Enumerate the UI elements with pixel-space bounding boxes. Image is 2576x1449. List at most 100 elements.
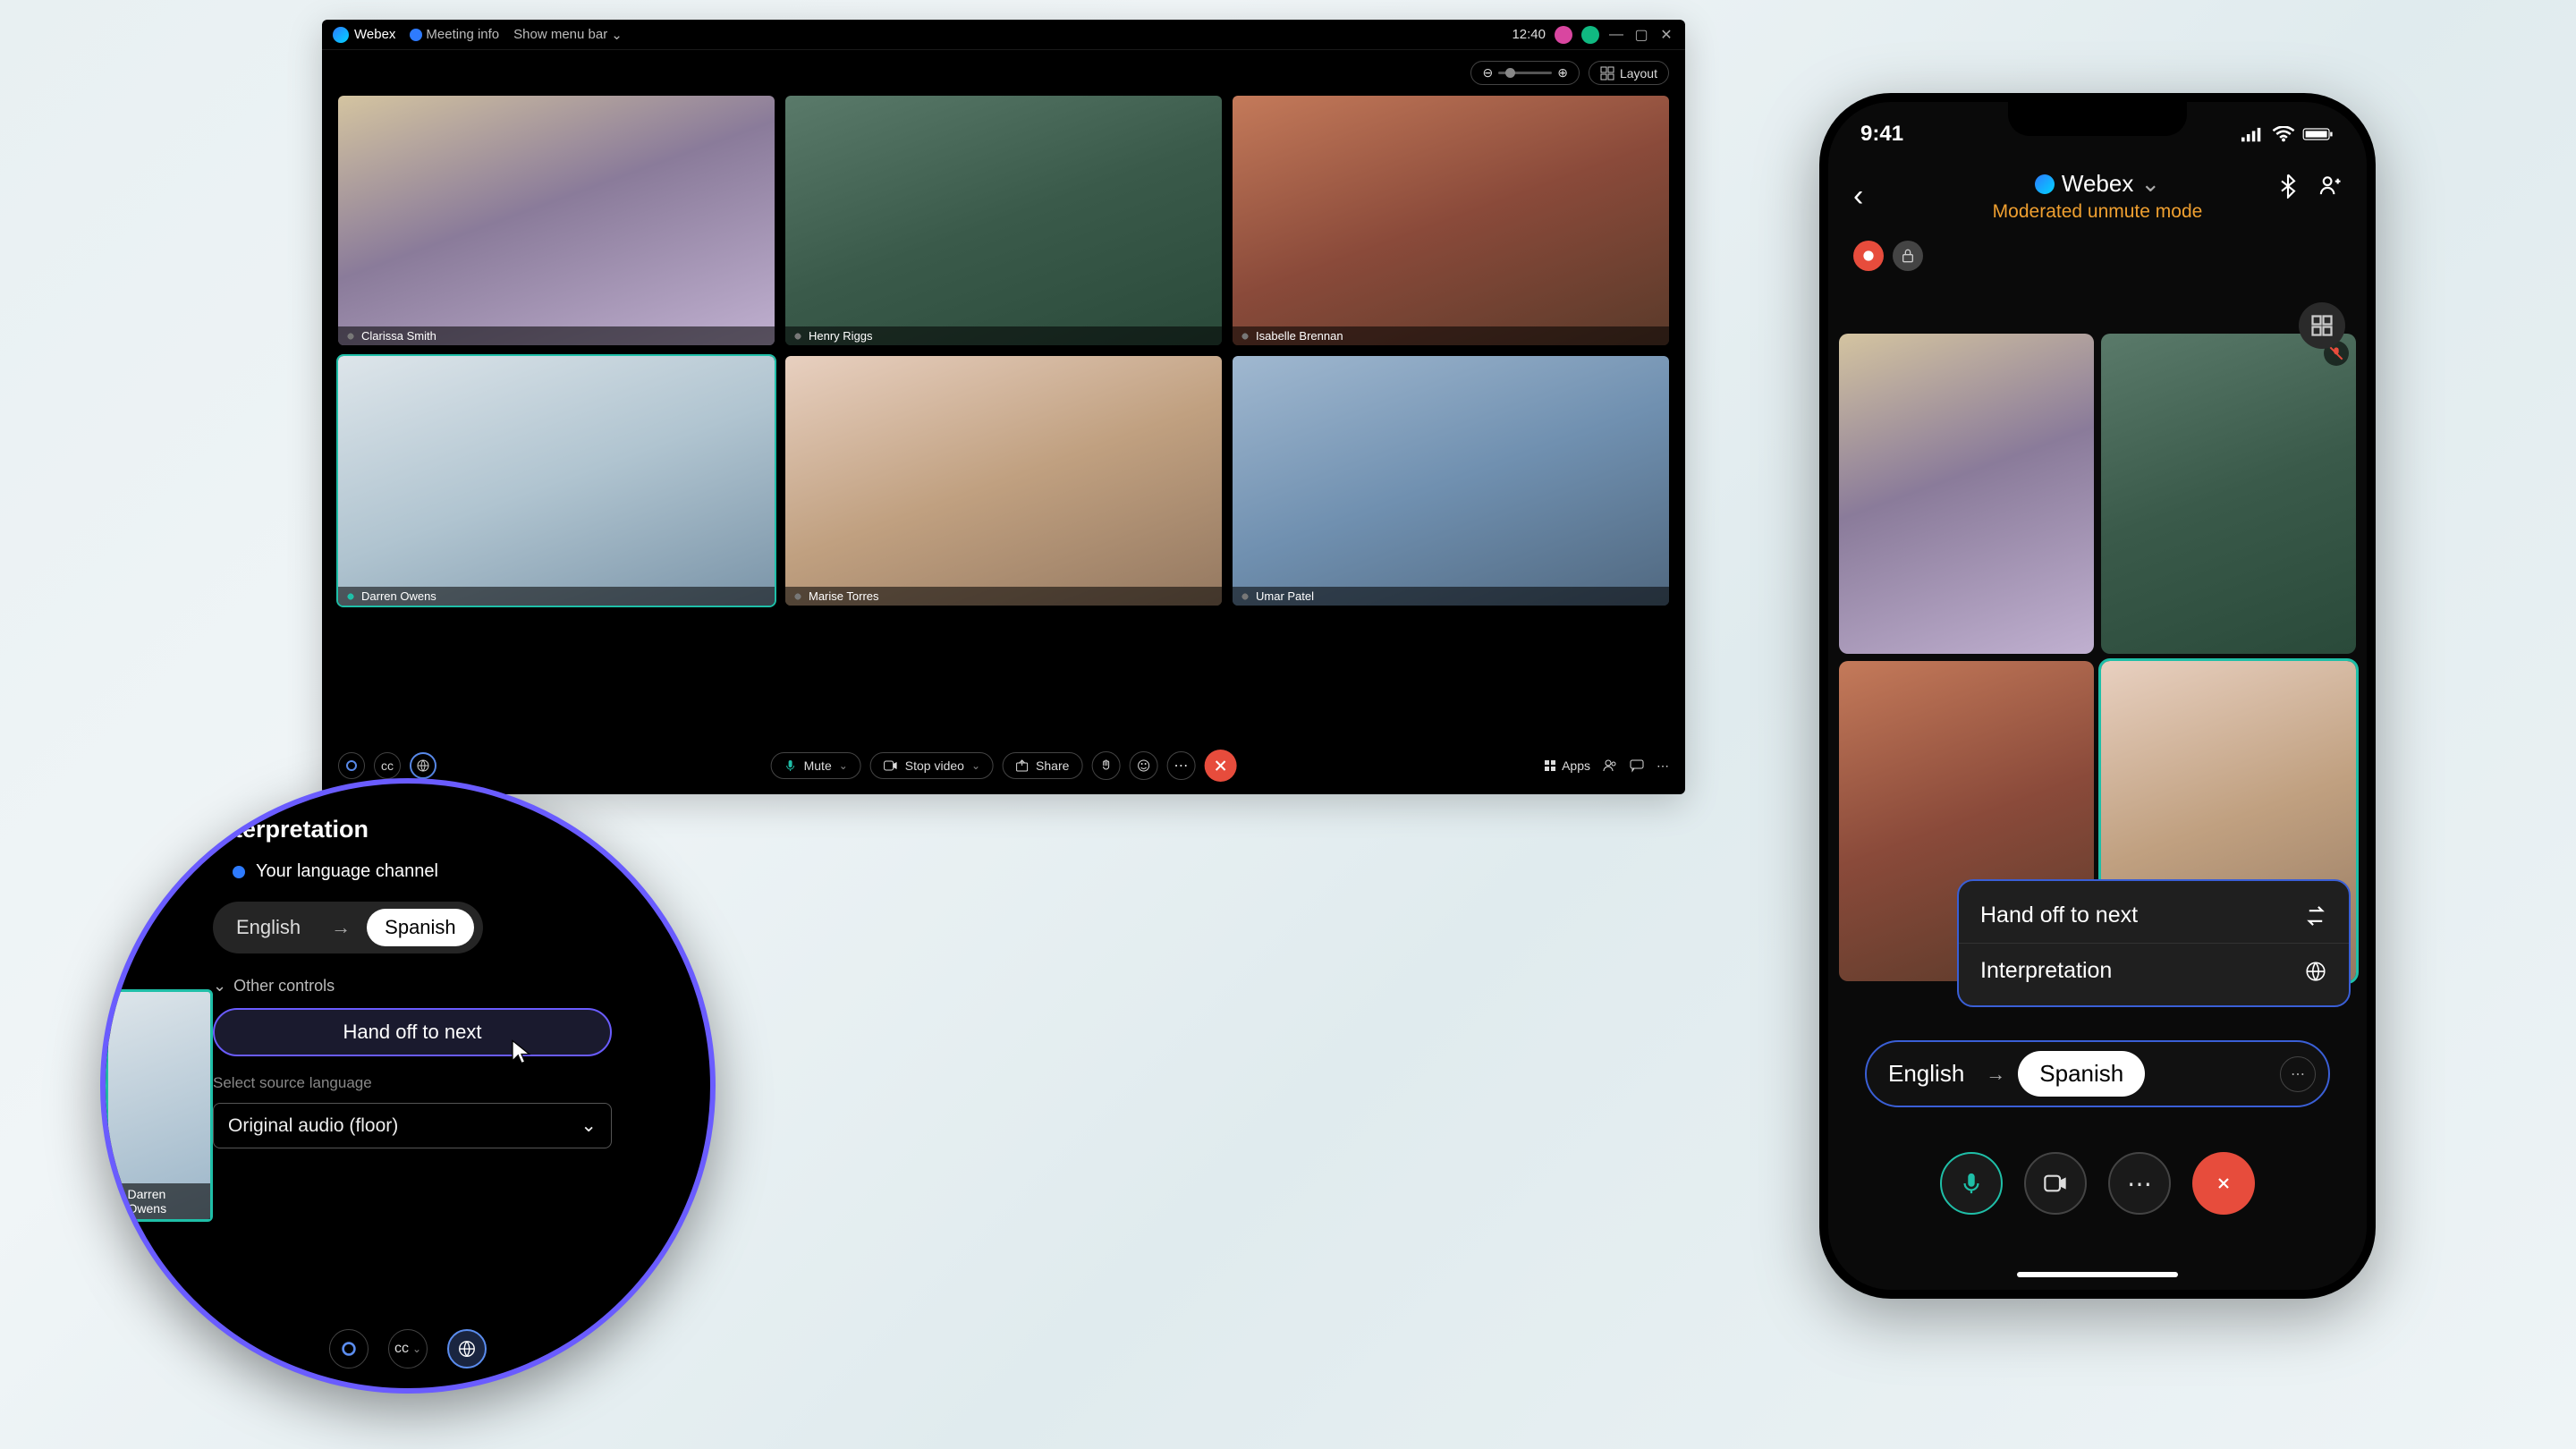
share-icon	[1016, 759, 1029, 772]
source-value: Original audio (floor)	[228, 1115, 398, 1137]
interpretation-button-active[interactable]	[447, 1329, 487, 1368]
mute-button[interactable]	[1940, 1152, 2003, 1215]
cc-button[interactable]: cc ⌄	[388, 1329, 428, 1368]
share-button[interactable]: Share	[1003, 752, 1082, 779]
participant-name: Darren Owens	[361, 589, 436, 603]
arrow-right-icon: →	[1986, 1063, 2005, 1086]
video-tile[interactable]: Henry Riggs	[785, 96, 1222, 345]
notch	[2008, 102, 2187, 136]
raise-hand-button[interactable]	[1091, 751, 1120, 780]
presence-avatar-2[interactable]	[1581, 26, 1599, 44]
menu-label: Show menu bar	[513, 27, 607, 42]
video-tile[interactable]	[1839, 334, 2094, 654]
brand: Webex	[333, 27, 395, 43]
participant-name: Darren Owens	[128, 1187, 206, 1216]
chevron-down-icon[interactable]: ⌄	[839, 759, 848, 772]
language-direction-toggle[interactable]: English → Spanish	[213, 902, 483, 953]
apps-icon	[1544, 759, 1556, 772]
mic-muted-icon	[345, 331, 356, 342]
chevron-down-icon: ⌄	[580, 1114, 597, 1137]
language-bar[interactable]: English → Spanish ⋯	[1865, 1040, 2330, 1107]
home-indicator[interactable]	[2017, 1272, 2178, 1277]
bluetooth-icon[interactable]	[2279, 174, 2297, 199]
chevron-down-icon[interactable]: ⌄	[2140, 170, 2160, 198]
webex-logo-icon	[2035, 174, 2055, 194]
handoff-label: Hand off to next	[343, 1021, 482, 1043]
arrow-right-icon: →	[331, 916, 351, 939]
mic-muted-icon	[1240, 591, 1250, 602]
presence-avatar-1[interactable]	[1555, 26, 1572, 44]
wifi-icon	[2272, 126, 2295, 142]
cc-button[interactable]: cc	[374, 752, 401, 779]
interpretation-popup: Hand off to next Interpretation	[1957, 879, 2351, 1007]
assistant-button[interactable]	[338, 752, 365, 779]
video-tile-active[interactable]: Darren Owens	[338, 356, 775, 606]
zoom-control[interactable]: ⊖ ⊕	[1470, 61, 1579, 85]
interpretation-menu-item[interactable]: Interpretation	[1959, 943, 2349, 998]
status-time: 9:41	[1860, 122, 1903, 147]
video-button[interactable]	[2024, 1152, 2087, 1215]
participant-name: Henry Riggs	[809, 329, 873, 343]
swap-icon	[2304, 904, 2327, 928]
more-button[interactable]: ⋯	[2280, 1056, 2316, 1092]
zoom-slider[interactable]	[1498, 72, 1552, 74]
select-source-label: Select source language	[213, 1074, 612, 1092]
chevron-down-icon: ⌄	[611, 27, 623, 43]
video-tile[interactable]: Umar Patel	[1233, 356, 1669, 606]
interpretation-button[interactable]	[410, 752, 436, 779]
mic-muted-icon	[1240, 331, 1250, 342]
participants-button[interactable]	[1603, 758, 1617, 773]
grid-icon	[1600, 66, 1614, 80]
mic-muted-icon	[792, 331, 803, 342]
show-menu-bar-button[interactable]: Show menu bar ⌄	[513, 27, 623, 43]
stop-video-button[interactable]: Stop video ⌄	[870, 752, 994, 779]
minimize-button[interactable]: —	[1608, 27, 1624, 43]
chevron-down-icon[interactable]: ⌄	[971, 759, 980, 772]
stop-video-label: Stop video	[905, 758, 964, 773]
to-language[interactable]: Spanish	[367, 909, 474, 946]
close-button[interactable]: ✕	[1658, 26, 1674, 44]
mobile-device-frame: 9:41 ‹ Webex ⌄ Moderated unmute mode	[1819, 93, 2376, 1299]
zoom-in-icon[interactable]: ⊕	[1557, 65, 1568, 80]
info-icon	[410, 29, 422, 41]
lock-indicator-icon	[1893, 241, 1923, 271]
participants-icon[interactable]	[2318, 174, 2342, 199]
video-tile[interactable]	[2101, 334, 2356, 654]
mute-button[interactable]: Mute ⌄	[771, 752, 861, 779]
from-language[interactable]: English	[222, 911, 315, 945]
to-language[interactable]: Spanish	[2018, 1051, 2145, 1097]
recording-indicator-icon	[1853, 241, 1884, 271]
more-button[interactable]: ⋯	[1166, 751, 1195, 780]
mute-label: Mute	[804, 758, 832, 773]
mobile-subtitle: Moderated unmute mode	[1828, 201, 2367, 223]
apps-button[interactable]: Apps	[1544, 758, 1590, 773]
desktop-app-window: Webex Meeting info Show menu bar ⌄ 12:40…	[322, 20, 1685, 794]
source-language-select[interactable]: Original audio (floor) ⌄	[213, 1103, 612, 1148]
magnified-bottom-controls: cc ⌄	[329, 1329, 487, 1368]
back-button[interactable]: ‹	[1853, 179, 1863, 214]
maximize-button[interactable]: ▢	[1633, 26, 1649, 44]
leave-button[interactable]	[2192, 1152, 2255, 1215]
layout-button[interactable]	[2299, 302, 2345, 349]
more-button[interactable]: ⋯	[2108, 1152, 2171, 1215]
reactions-button[interactable]	[1129, 751, 1157, 780]
mic-muted-icon	[792, 591, 803, 602]
zoom-out-icon[interactable]: ⊖	[1482, 65, 1493, 80]
layout-button[interactable]: Layout	[1589, 61, 1669, 85]
leave-button[interactable]	[1204, 750, 1236, 782]
panel-more-button[interactable]: ⋯	[1657, 758, 1669, 774]
hand-off-button[interactable]: Hand off to next	[213, 1008, 612, 1056]
assistant-button[interactable]	[329, 1329, 369, 1368]
video-tile[interactable]: Clarissa Smith	[338, 96, 775, 345]
from-language[interactable]: English	[1879, 1060, 1973, 1088]
video-tile[interactable]: Isabelle Brennan	[1233, 96, 1669, 345]
chat-button[interactable]	[1630, 758, 1644, 773]
video-tile[interactable]: Marise Torres	[785, 356, 1222, 606]
clock: 12:40	[1512, 27, 1546, 42]
video-tile-fragment: Darren Owens	[106, 989, 213, 1222]
channel-label: Your language channel	[256, 861, 438, 882]
other-controls-header[interactable]: ⌄ Other controls	[213, 977, 612, 996]
handoff-menu-item[interactable]: Hand off to next	[1959, 888, 2349, 943]
meeting-info-button[interactable]: Meeting info	[410, 27, 499, 42]
participant-name: Marise Torres	[809, 589, 879, 603]
